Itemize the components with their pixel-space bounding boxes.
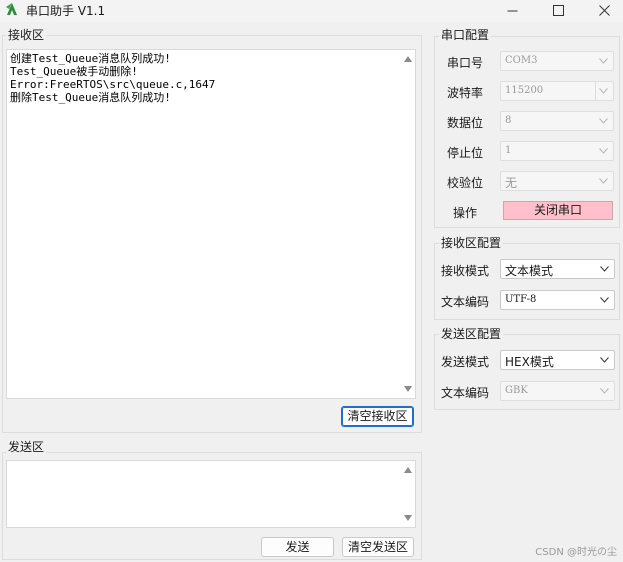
stop-bits-label: 停止位 [447,146,484,160]
scroll-down-icon[interactable] [404,386,412,392]
clear-send-button[interactable]: 清空发送区 [342,537,414,557]
send-button[interactable]: 发送 [261,537,334,557]
paw-app-icon [6,3,17,15]
chevron-down-icon [600,266,609,272]
send-config-title: 发送区配置 [439,327,504,341]
data-bits-value: 8 [505,115,512,126]
maximize-button[interactable] [536,0,582,22]
chevron-down-icon [600,388,609,394]
window-title: 串口助手 V1.1 [26,4,106,18]
receive-mode-label: 接收模式 [441,264,490,278]
send-encoding-value: GBK [505,385,528,396]
operation-label: 操作 [453,206,478,220]
baud-label: 波特率 [447,86,484,100]
receive-line: 删除Test_Queue消息队列成功! [10,91,171,104]
receive-text: 创建Test_Queue消息队列成功! Test_Queue被手动删除! Error… [10,52,215,104]
receive-encoding-select[interactable]: UTF-8 [500,290,615,310]
send-encoding-select[interactable]: GBK [500,381,615,401]
serial-config-title: 串口配置 [439,28,492,42]
receive-encoding-value: UTF-8 [505,294,537,305]
chevron-down-icon [599,118,608,124]
chevron-down-icon [600,357,609,363]
data-bits-label: 数据位 [447,116,484,130]
send-encoding-label: 文本编码 [441,386,490,400]
receive-encoding-label: 文本编码 [441,295,490,309]
parity-label: 校验位 [447,176,484,190]
send-mode-label: 发送模式 [441,355,490,369]
receive-line: Test_Queue被手动删除! [10,65,138,78]
send-mode-value: HEX模式 [505,355,554,369]
receive-group-title: 接收区 [6,28,47,42]
maximize-icon [553,5,564,16]
stop-bits-value: 1 [505,145,512,156]
scroll-down-icon[interactable] [404,515,412,521]
send-scrollbar[interactable] [401,461,415,527]
send-textarea[interactable] [6,460,416,528]
port-select[interactable]: COM3 [500,51,614,71]
receive-scrollbar[interactable] [401,50,415,398]
chevron-down-icon [599,58,608,64]
receive-line: 创建Test_Queue消息队列成功! [10,52,171,65]
close-button[interactable] [582,0,623,22]
data-bits-select[interactable]: 8 [500,111,614,131]
scroll-up-icon[interactable] [404,56,412,62]
chevron-down-icon [599,88,608,94]
scroll-up-icon[interactable] [404,467,412,473]
receive-mode-select[interactable]: 文本模式 [500,259,615,279]
close-port-button[interactable]: 关闭串口 [503,201,613,220]
parity-select[interactable]: 无 [500,171,614,191]
receive-mode-value: 文本模式 [505,264,554,278]
minimize-icon [507,10,518,12]
parity-value: 无 [505,176,518,190]
receive-textarea[interactable]: 创建Test_Queue消息队列成功! Test_Queue被手动删除! Error… [6,49,416,399]
clear-receive-button[interactable]: 清空接收区 [341,406,414,427]
receive-config-title: 接收区配置 [439,236,504,250]
port-value: COM3 [505,55,538,66]
send-group-title: 发送区 [6,440,47,454]
watermark: CSDN @时光の尘 [535,547,617,558]
receive-line: Error:FreeRTOS\src\queue.c,1647 [10,78,216,91]
chevron-down-icon [599,148,608,154]
port-label: 串口号 [447,56,484,70]
minimize-button[interactable] [490,0,536,22]
baud-value: 115200 [505,85,544,96]
stop-bits-select[interactable]: 1 [500,141,614,161]
close-icon [599,5,610,16]
chevron-down-icon [599,178,608,184]
send-mode-select[interactable]: HEX模式 [500,350,615,370]
chevron-down-icon [600,297,609,303]
title-bar[interactable]: 串口助手 V1.1 [0,0,623,22]
baud-combo[interactable]: 115200 [500,81,614,101]
